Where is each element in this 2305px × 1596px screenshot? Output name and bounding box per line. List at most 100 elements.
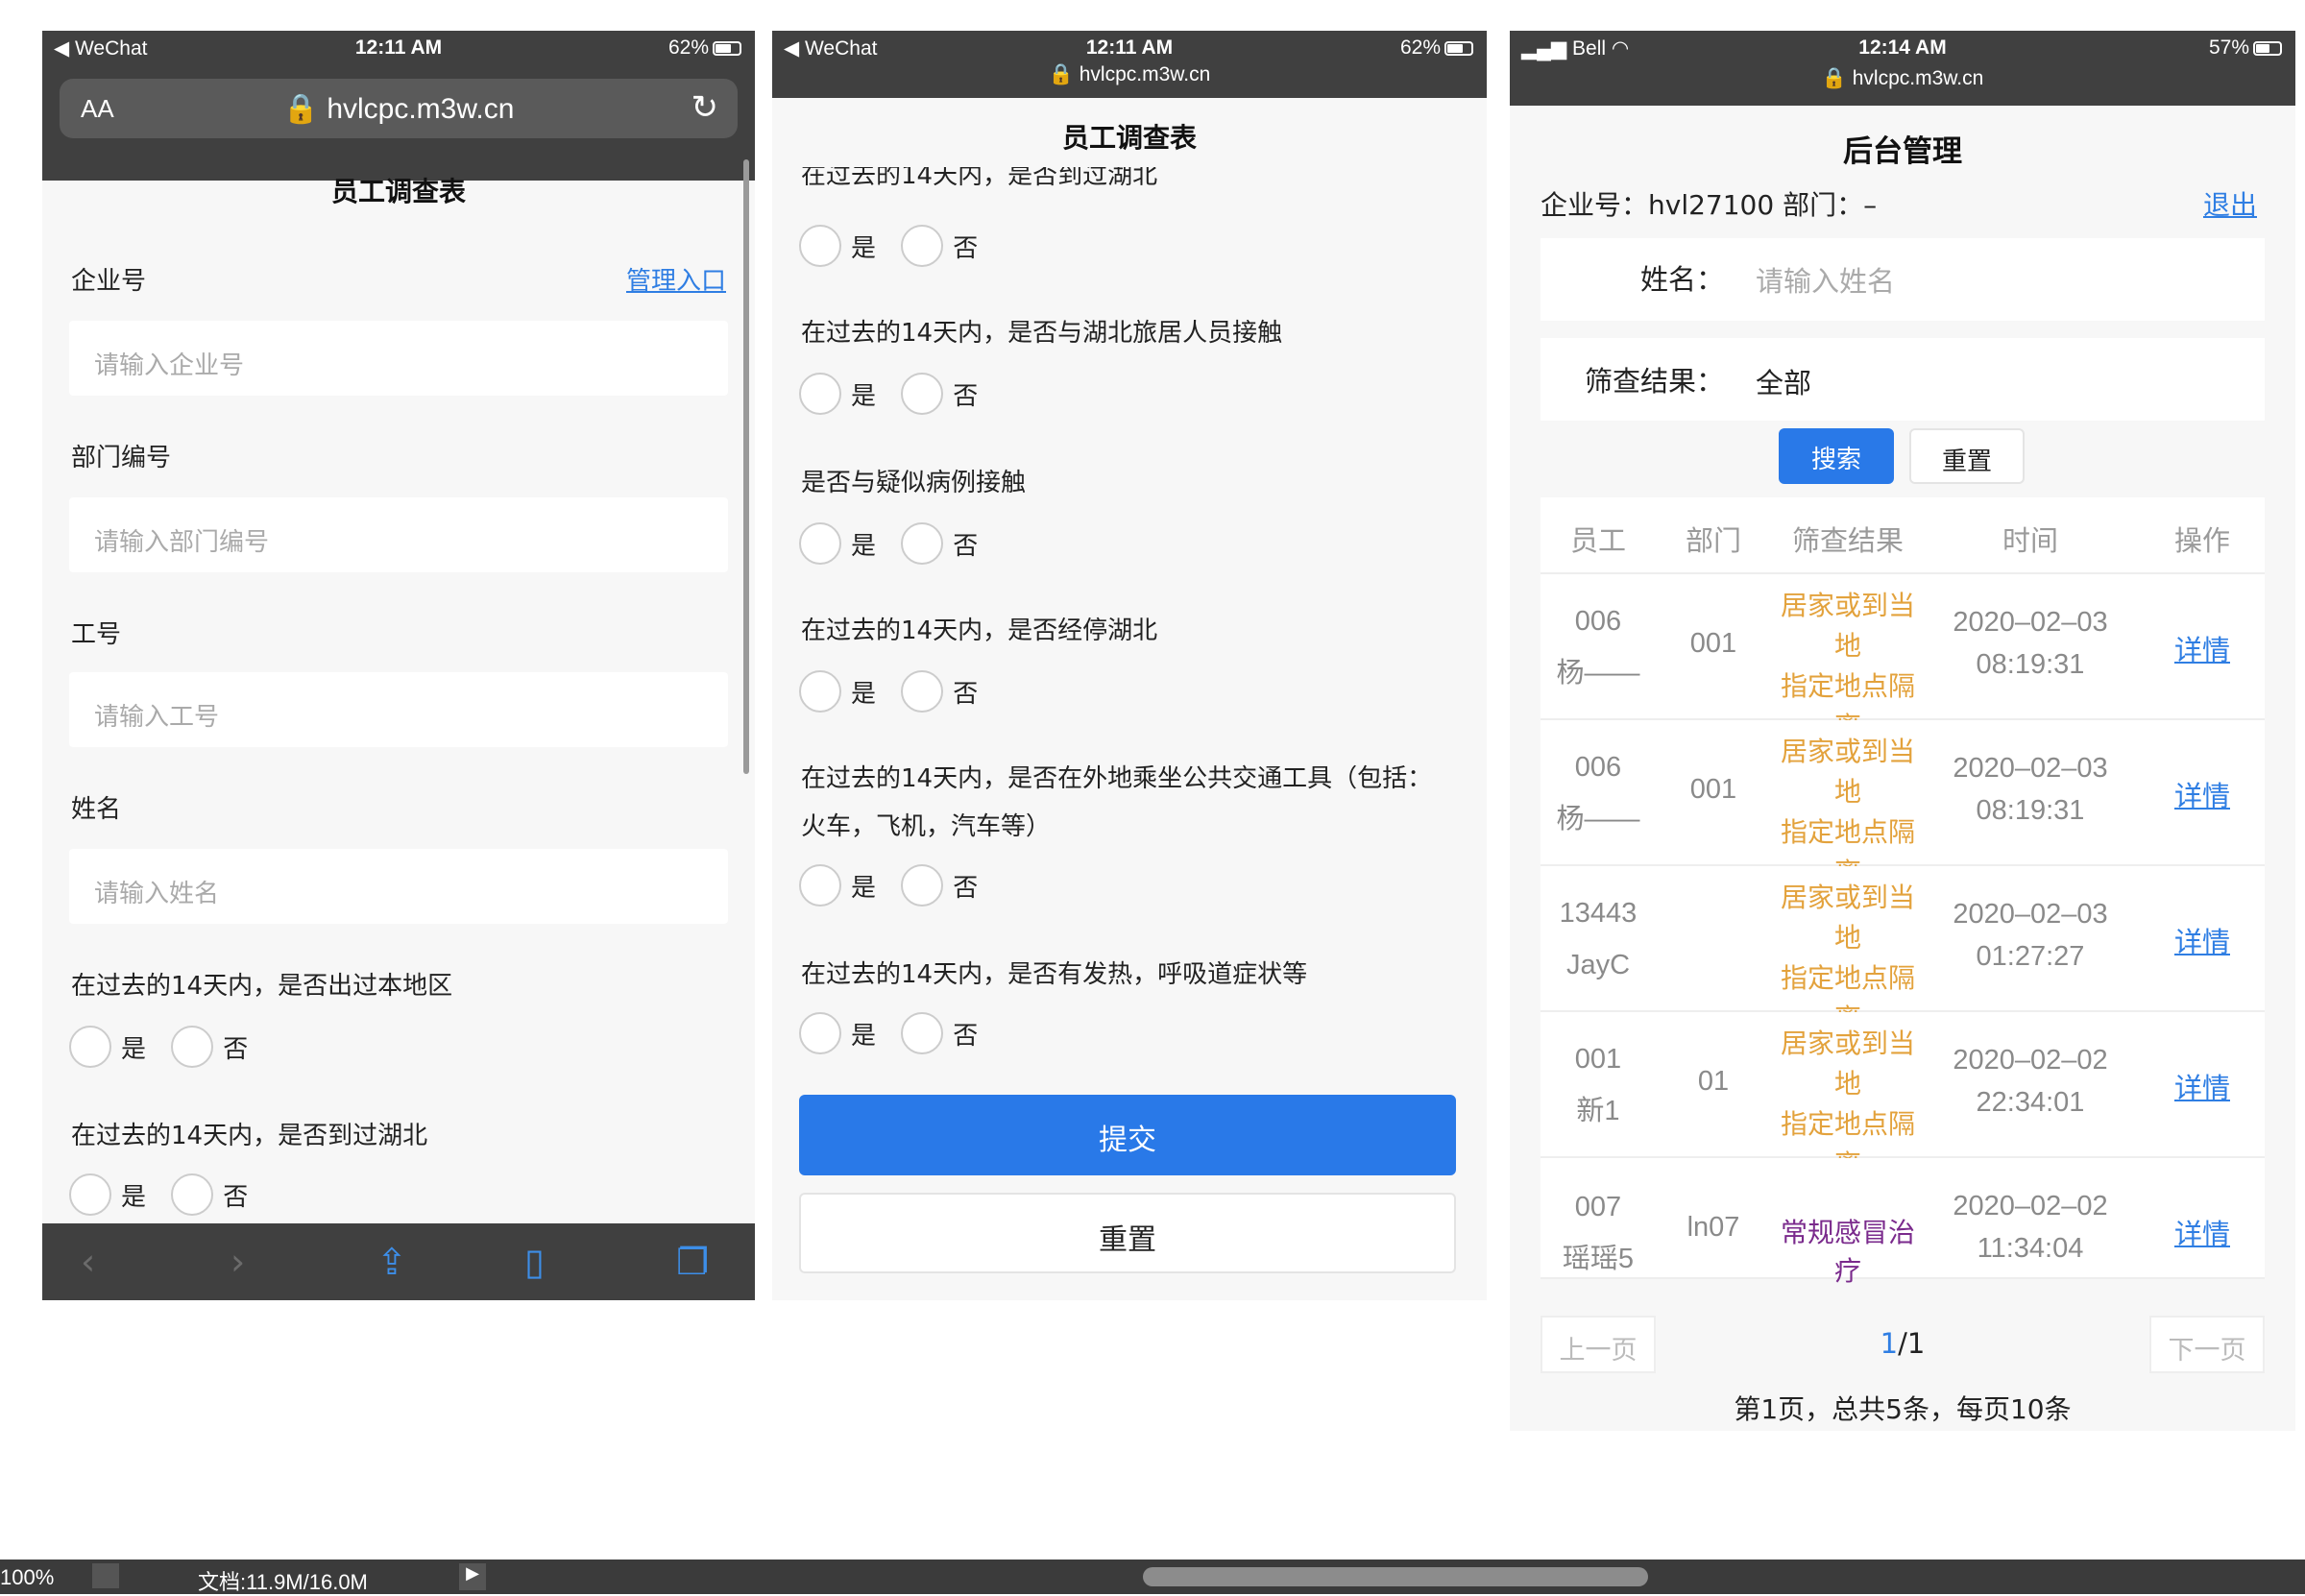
scrollbar[interactable] [743, 159, 749, 774]
radio-group-visited-hubei: 是 否 [799, 225, 995, 267]
phone-form-scrolled-screen: ◀ WeChat 12:11 AM 62% 🔒 hvlcpc.m3w.cn 员工… [772, 31, 1487, 1300]
detail-link[interactable]: 详情 [2140, 1212, 2265, 1252]
preview-icon[interactable] [92, 1563, 119, 1588]
employee-cell: 007 瑶瑶5 [1550, 1181, 1646, 1285]
bookmarks-icon[interactable]: ▯ [524, 1241, 545, 1283]
radio-no[interactable] [901, 670, 944, 713]
battery-icon [2253, 41, 2282, 56]
detail-link[interactable]: 详情 [2140, 774, 2265, 814]
dept-cell: ln07 [1686, 1212, 1740, 1243]
company-input[interactable]: 请输入企业号 [69, 321, 728, 396]
name-filter-input[interactable]: 请输入姓名 [1756, 259, 1895, 300]
question-public-transport-line1: 在过去的14天内，是否在外地乘坐公共交通工具（包括： [801, 764, 1433, 793]
records-table: 员工 部门 筛查结果 时间 操作 006杨——001居家或到当地指定地点隔离14… [1541, 497, 2265, 1286]
logout-link[interactable]: 退出 [2203, 184, 2257, 223]
employee-name: 瑶瑶5 [1562, 1244, 1635, 1274]
dept-cell: 01 [1697, 1066, 1730, 1097]
date-text: 2020–02–03 [1953, 607, 2108, 638]
admin-entry-link[interactable]: 管理入口 [626, 261, 726, 297]
radio-no[interactable] [901, 864, 944, 907]
submit-button[interactable]: 提交 [799, 1095, 1456, 1175]
radio-yes[interactable] [69, 1173, 111, 1216]
status-bar: ◀ WeChat 12:11 AM 62% [42, 31, 755, 65]
radio-yes-label: 是 [121, 1034, 147, 1064]
col-dept: 部门 [1685, 524, 1741, 557]
time-cell: 2020–02–02 11:34:04 [1944, 1185, 2117, 1270]
next-page-button[interactable]: 下一页 [2149, 1316, 2265, 1373]
detail-link[interactable]: 详情 [2140, 1066, 2265, 1106]
reset-button[interactable]: 重置 [1909, 428, 2025, 484]
radio-yes[interactable] [799, 225, 841, 267]
dept-cell: 001 [1689, 774, 1737, 805]
page-summary: 第1页，总共5条，每页10条 [1734, 1393, 2072, 1425]
employee-id: 006 [1574, 606, 1622, 637]
employee-name: 杨—— [1556, 804, 1640, 834]
detail-link[interactable]: 详情 [2140, 920, 2265, 960]
radio-yes[interactable] [799, 1012, 841, 1054]
lock-icon: 🔒 [1821, 67, 1847, 89]
name-label: 姓名 [71, 795, 122, 824]
time-cell: 2020–02–03 08:19:31 [1944, 601, 2117, 686]
result-filter-select[interactable]: 全部 [1756, 361, 1811, 401]
radio-no[interactable] [901, 225, 944, 267]
radio-yes-label: 是 [851, 233, 877, 263]
battery-percent: 57% [2208, 36, 2249, 59]
radio-yes[interactable] [799, 864, 841, 907]
employee-name: 新1 [1576, 1096, 1620, 1126]
zoom-level[interactable]: 100% [0, 1565, 54, 1590]
tabs-icon[interactable]: ❐ [676, 1241, 709, 1283]
workno-label: 工号 [71, 620, 122, 649]
radio-yes-label: 是 [851, 873, 877, 903]
address-bar[interactable]: AA 🔒 hvlcpc.m3w.cn ↻ [60, 79, 738, 138]
name-filter-row: 姓名： 请输入姓名 [1541, 238, 2265, 321]
question-fever-symptoms: 在过去的14天内，是否有发热，呼吸道症状等 [801, 960, 1308, 989]
lock-icon: 🔒 [1048, 63, 1074, 85]
company-label: 企业号 [71, 267, 147, 296]
forward-icon[interactable]: › [230, 1241, 245, 1283]
search-button[interactable]: 搜索 [1779, 428, 1894, 484]
radio-yes[interactable] [799, 670, 841, 713]
battery-status: 57% [2209, 36, 2282, 60]
radio-no-label: 否 [953, 531, 979, 561]
name-input[interactable]: 请输入姓名 [69, 849, 728, 924]
radio-yes-label: 是 [851, 679, 877, 709]
radio-yes-label: 是 [851, 531, 877, 561]
col-employee: 员工 [1569, 524, 1626, 557]
lock-icon: 🔒 [282, 93, 319, 125]
radio-yes[interactable] [69, 1026, 111, 1068]
question-text: 在过去的14天内，是否到过湖北 [801, 167, 1158, 188]
radio-group-contact-hubei-travelers: 是 否 [799, 373, 995, 415]
dept-input[interactable]: 请输入部门编号 [69, 497, 728, 572]
employee-cell: 006 杨—— [1550, 741, 1646, 845]
expand-arrow-icon[interactable]: ▶ [459, 1563, 486, 1590]
compact-url-bar[interactable]: 🔒 hvlcpc.m3w.cn [1510, 63, 2295, 106]
radio-group-suspected-contact: 是 否 [799, 522, 995, 565]
detail-link[interactable]: 详情 [2140, 628, 2265, 668]
clock-text: 08:19:31 [1976, 795, 2085, 826]
battery-status: 62% [668, 36, 741, 60]
share-icon[interactable]: ⇪ [376, 1241, 407, 1283]
result-line: 常规感冒治疗 [1780, 1218, 1915, 1286]
radio-no[interactable] [171, 1026, 214, 1068]
radio-no[interactable] [171, 1173, 214, 1216]
battery-status: 62% [1400, 36, 1473, 60]
radio-no[interactable] [901, 1012, 944, 1054]
date-text: 2020–02–02 [1953, 1045, 2108, 1076]
result-line: 居家或到当地 [1780, 1028, 1915, 1099]
reload-icon[interactable]: ↻ [692, 88, 719, 127]
reset-button[interactable]: 重置 [799, 1193, 1456, 1273]
table-body: 006杨——001居家或到当地指定地点隔离14天2020–02–0308:19:… [1541, 574, 2265, 1286]
url-display[interactable]: 🔒 hvlcpc.m3w.cn [60, 92, 738, 126]
clock-text: 22:34:01 [1976, 1087, 2085, 1118]
radio-no[interactable] [901, 522, 944, 565]
workno-input[interactable]: 请输入工号 [69, 672, 728, 747]
radio-no[interactable] [901, 373, 944, 415]
page-current: 1 [1880, 1327, 1899, 1360]
radio-yes[interactable] [799, 373, 841, 415]
horizontal-scrollbar[interactable] [1143, 1567, 1648, 1586]
editor-status-bar: 100% 文档:11.9M/16.0M ▶ [0, 1560, 2305, 1594]
compact-url-bar[interactable]: 🔒 hvlcpc.m3w.cn [772, 60, 1487, 98]
back-icon[interactable]: ‹ [81, 1241, 95, 1283]
question-left-region: 在过去的14天内，是否出过本地区 [71, 972, 453, 1001]
radio-yes[interactable] [799, 522, 841, 565]
